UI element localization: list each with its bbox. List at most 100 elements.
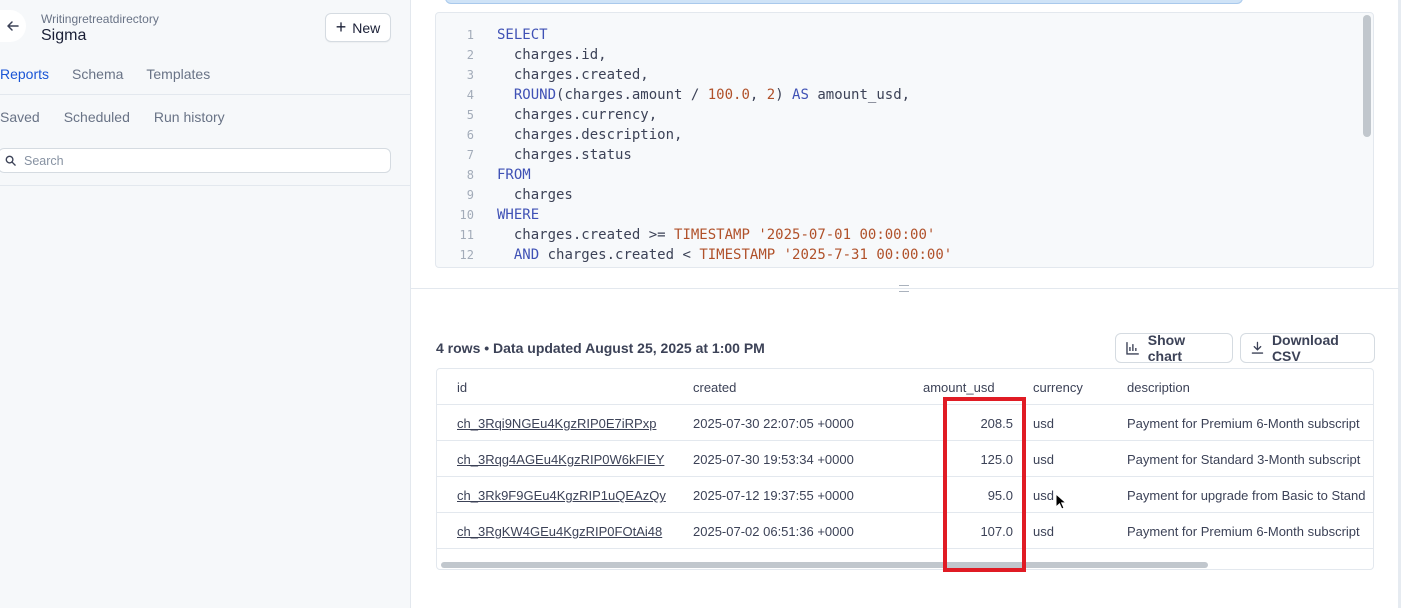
sql-number: 100.0 <box>707 87 750 103</box>
back-button[interactable] <box>0 10 26 42</box>
column-header-description[interactable]: description <box>1127 380 1190 395</box>
created-cell: 2025-07-12 19:37:55 +0000 <box>693 488 854 503</box>
code-text: ROUND(charges.amount / 100.0, 2) AS amou… <box>497 85 910 105</box>
code-line: 6 charges.description, <box>436 125 1356 145</box>
account-name: Writingretreatdirectory <box>41 12 159 26</box>
search-icon <box>5 155 16 166</box>
description-cell: Payment for Standard 3-Month subscript <box>1127 452 1361 467</box>
code-fragment: charges.created >= <box>497 227 675 243</box>
tab-templates[interactable]: Templates <box>146 66 210 82</box>
line-number: 1 <box>466 28 474 42</box>
subtab-scheduled[interactable]: Scheduled <box>64 109 130 125</box>
sql-keyword: AND <box>513 247 540 263</box>
line-number: 10 <box>459 208 474 222</box>
sidebar-subtabs: Saved Scheduled Run history <box>0 109 249 125</box>
mouse-cursor-icon <box>1055 493 1067 510</box>
code-text: charges.created >= TIMESTAMP '2025-07-01… <box>497 225 935 245</box>
sidebar-divider <box>0 185 410 186</box>
line-number: 6 <box>466 128 474 142</box>
description-cell: Payment for upgrade from Basic to Stand <box>1127 488 1366 503</box>
results-meta: 4 rows • Data updated August 25, 2025 at… <box>436 340 765 356</box>
panel-divider <box>411 288 1399 289</box>
code-text: charges.id, <box>497 47 607 63</box>
column-header-created[interactable]: created <box>693 380 736 395</box>
table-horizontal-scrollbar[interactable] <box>441 562 1208 568</box>
sql-editor[interactable]: 1 SELECT 2 charges.id, 3 charges.created,… <box>435 12 1374 268</box>
code-line: 2 charges.id, <box>436 45 1356 65</box>
code-fragment: ) <box>775 87 793 103</box>
currency-cell: usd <box>1033 452 1054 467</box>
code-line: 1 SELECT <box>436 25 1356 45</box>
line-number: 8 <box>466 168 474 182</box>
app-title: Sigma <box>41 27 87 44</box>
column-header-currency[interactable]: currency <box>1033 380 1083 395</box>
code-fragment: , <box>749 87 767 103</box>
top-banner <box>445 0 1243 4</box>
tab-schema[interactable]: Schema <box>72 66 123 82</box>
download-csv-button[interactable]: Download CSV <box>1240 332 1375 364</box>
column-header-id[interactable]: id <box>457 380 467 395</box>
charge-id-link[interactable]: ch_3Rqg4AGEu4KgzRIP0W6kFIEY <box>457 452 664 467</box>
results-table: id created amount_usd currency descripti… <box>436 368 1374 570</box>
subtab-saved[interactable]: Saved <box>0 109 40 125</box>
download-csv-label: Download CSV <box>1271 332 1339 364</box>
editor-scrollbar[interactable] <box>1363 15 1371 137</box>
created-cell: 2025-07-30 22:07:05 +0000 <box>693 416 854 431</box>
code-line: 7 charges.status <box>436 145 1356 165</box>
created-cell: 2025-07-30 19:53:34 +0000 <box>693 452 854 467</box>
subtab-run-history[interactable]: Run history <box>154 109 225 125</box>
code-fragment: amount_usd, <box>808 87 911 103</box>
table-row: ch_3RgKW4GEu4KgzRIP0FOtAi48 2025-07-02 0… <box>437 513 1373 549</box>
sql-timestamp: TIMESTAMP <box>674 227 750 243</box>
code-text: charges.description, <box>497 127 683 143</box>
code-fragment: charges.created < <box>539 247 700 263</box>
sql-keyword: AS <box>792 87 809 103</box>
code-line: 3 charges.created, <box>436 65 1356 85</box>
sql-string: '2025-7-31 00:00:00' <box>783 247 953 263</box>
code-text: AND charges.created < TIMESTAMP '2025-7-… <box>497 245 952 265</box>
line-number: 3 <box>466 68 474 82</box>
code-text: charges <box>497 187 573 203</box>
table-row: ch_3Rqi9NGEu4KgzRIP0E7iRPxp 2025-07-30 2… <box>437 405 1373 441</box>
currency-cell: usd <box>1033 488 1054 503</box>
sql-string: '2025-07-01 00:00:00' <box>758 227 936 243</box>
code-text: SELECT <box>497 25 548 45</box>
line-number: 9 <box>466 188 474 202</box>
charge-id-link[interactable]: ch_3RgKW4GEu4KgzRIP0FOtAi48 <box>457 524 662 539</box>
code-line: 11 charges.created >= TIMESTAMP '2025-07… <box>436 225 1356 245</box>
charge-id-link[interactable]: ch_3Rqi9NGEu4KgzRIP0E7iRPxp <box>457 416 656 431</box>
new-button-label: New <box>352 19 381 36</box>
created-cell: 2025-07-02 06:51:36 +0000 <box>693 524 854 539</box>
line-number: 2 <box>466 48 474 62</box>
sql-function: ROUND <box>513 87 557 103</box>
line-number: 7 <box>466 148 474 162</box>
sql-keyword: WHERE <box>497 207 540 223</box>
show-chart-button[interactable]: Show chart <box>1115 332 1233 364</box>
amount-column-highlight <box>943 397 1026 572</box>
line-number: 4 <box>466 88 474 102</box>
line-number: 5 <box>466 108 474 122</box>
download-icon <box>1251 341 1264 354</box>
line-number: 12 <box>459 248 474 262</box>
sidebar-tabs: Reports Schema Templates <box>0 66 233 82</box>
currency-cell: usd <box>1033 524 1054 539</box>
bar-chart-icon <box>1126 342 1139 355</box>
description-cell: Payment for Premium 6-Month subscript <box>1127 524 1360 539</box>
tab-reports[interactable]: Reports <box>0 66 49 82</box>
column-header-amount-usd[interactable]: amount_usd <box>923 380 995 395</box>
charge-id-link[interactable]: ch_3Rk9F9GEu4KgzRIP1uQEAzQy <box>457 488 666 503</box>
line-number: 11 <box>459 228 474 242</box>
tabs-divider <box>0 94 410 95</box>
table-header: id created amount_usd currency descripti… <box>437 369 1373 405</box>
search-input[interactable] <box>24 153 364 168</box>
new-button[interactable]: + New <box>325 13 391 42</box>
arrow-left-icon <box>7 21 19 31</box>
show-chart-label: Show chart <box>1147 332 1186 364</box>
code-text: charges.created, <box>497 67 649 83</box>
code-fragment: (charges.amount / <box>556 87 708 103</box>
sql-number: 2 <box>766 87 776 103</box>
plus-icon: + <box>335 16 347 37</box>
table-row: ch_3Rqg4AGEu4KgzRIP0W6kFIEY 2025-07-30 1… <box>437 441 1373 477</box>
sidebar: Writingretreatdirectory Sigma + New Repo… <box>0 0 411 608</box>
code-text: charges.currency, <box>497 107 658 123</box>
